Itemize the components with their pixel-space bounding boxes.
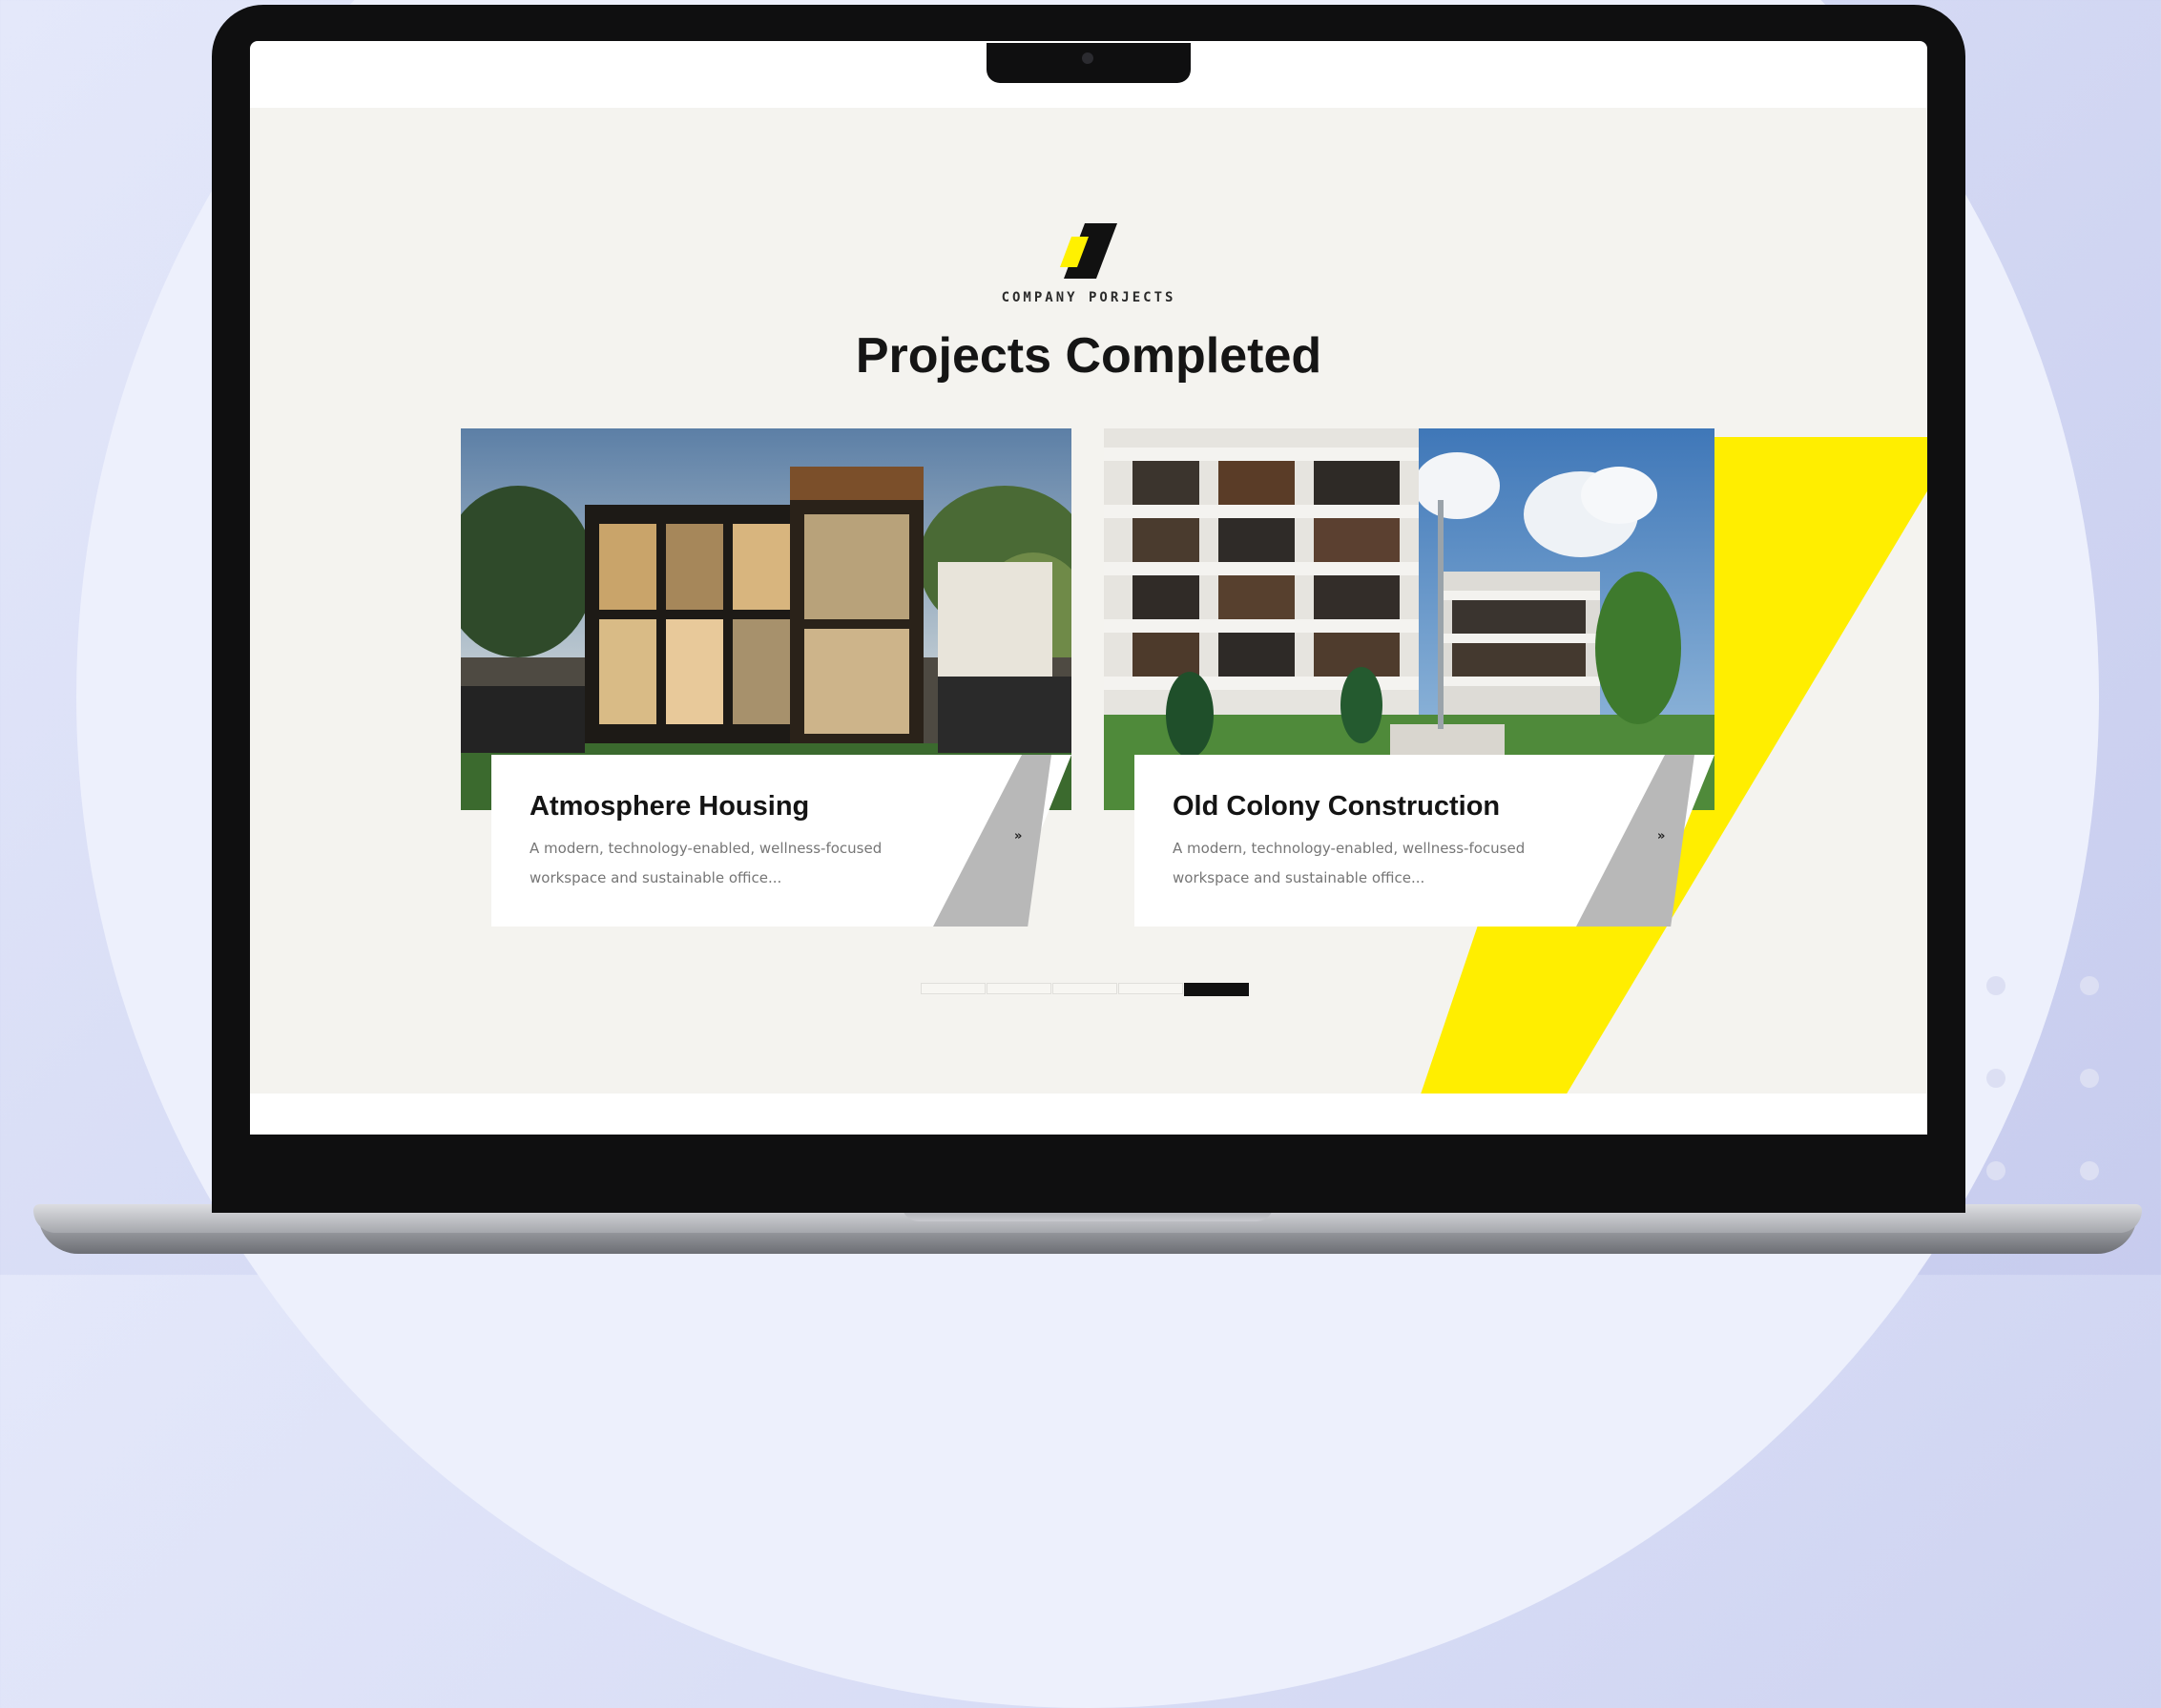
modern-house-photo: [461, 428, 1071, 810]
project-title[interactable]: Atmosphere Housing: [530, 791, 809, 823]
laptop-bezel: COMPANY PORJECTS Projects Completed » At…: [212, 5, 1965, 1213]
decorative-dot: [1986, 1161, 2005, 1180]
pagination-dot[interactable]: [987, 983, 1051, 994]
project-title[interactable]: Old Colony Construction: [1173, 791, 1500, 823]
pagination-dot[interactable]: [921, 983, 986, 994]
website-page: COMPANY PORJECTS Projects Completed » At…: [250, 108, 1927, 1094]
pagination-dot[interactable]: [1052, 983, 1117, 994]
project-description: A modern, technology-enabled, wellness-f…: [1173, 840, 1526, 886]
project-card[interactable]: » Old Colony Construction A modern, tech…: [1104, 428, 1714, 927]
section-title: Projects Completed: [855, 328, 1322, 384]
apartment-building-photo: [1104, 428, 1714, 810]
pagination-dot[interactable]: [1118, 983, 1183, 994]
project-description: A modern, technology-enabled, wellness-f…: [530, 840, 883, 886]
decorative-dot: [2080, 976, 2099, 995]
company-logo-icon: [1060, 223, 1117, 279]
decorative-dot: [1986, 976, 2005, 995]
section-eyebrow: COMPANY PORJECTS: [1001, 290, 1176, 305]
decorative-dot: [2080, 1161, 2099, 1180]
arrow-right-icon[interactable]: »: [1014, 829, 1022, 844]
camera-icon: [1082, 52, 1093, 64]
camera-notch: [987, 43, 1191, 83]
pagination-dot-active[interactable]: [1184, 983, 1249, 996]
laptop-screen: COMPANY PORJECTS Projects Completed » At…: [250, 41, 1927, 1135]
arrow-right-icon[interactable]: »: [1657, 829, 1665, 844]
decorative-dot: [1986, 1069, 2005, 1088]
decorative-dot: [2080, 1069, 2099, 1088]
project-card[interactable]: » Atmosphere Housing A modern, technolog…: [461, 428, 1071, 927]
